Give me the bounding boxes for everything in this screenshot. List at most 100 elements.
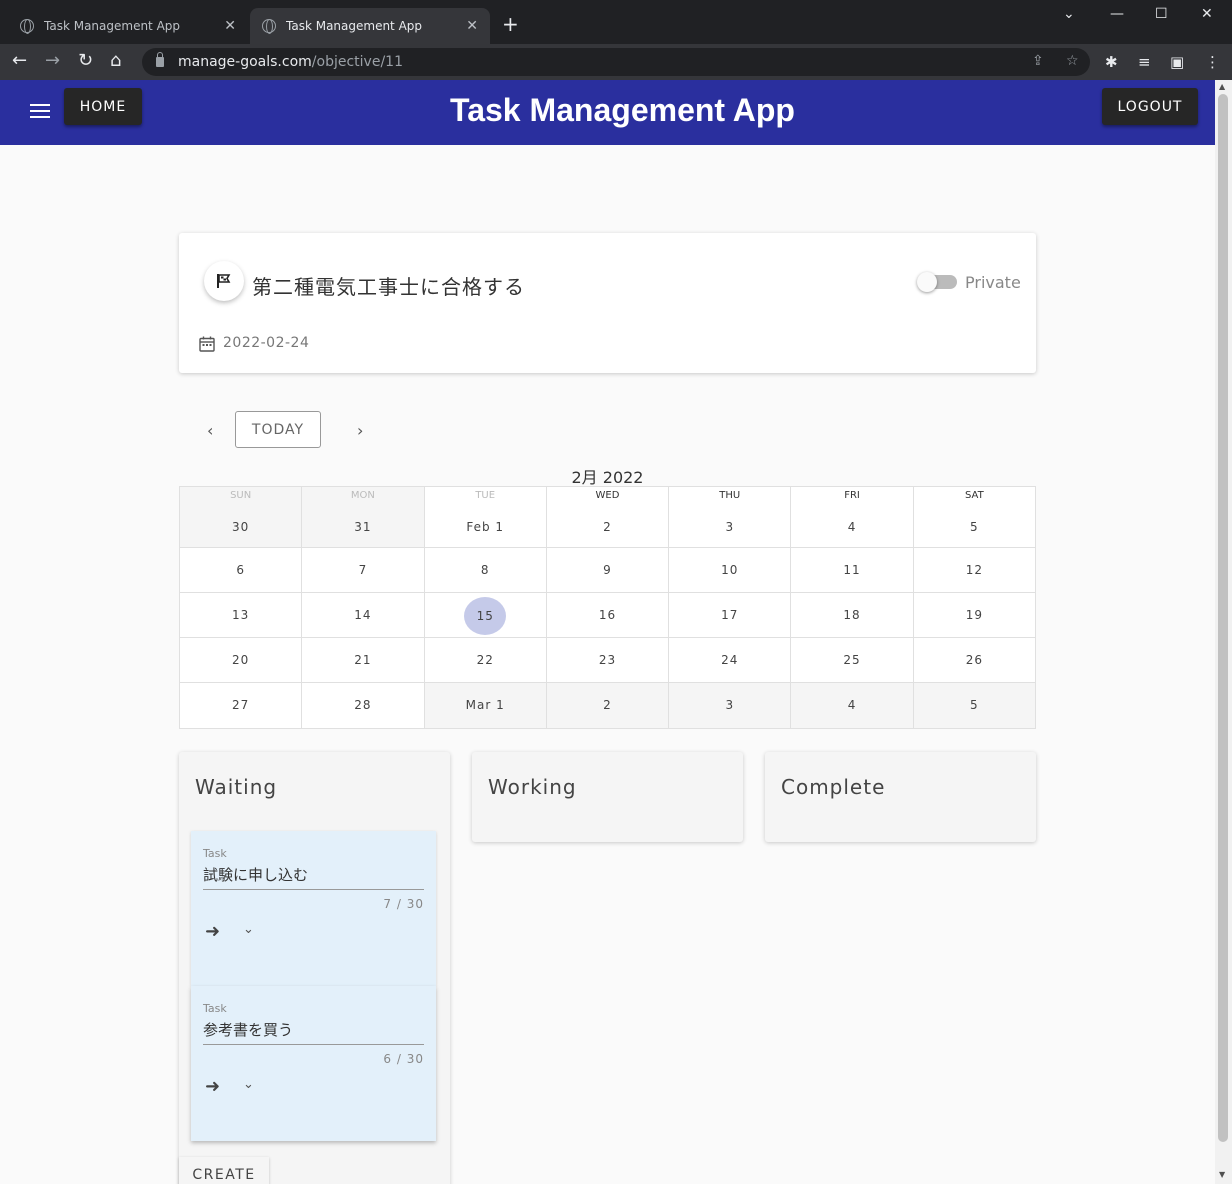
calendar-day-number[interactable]: 17	[669, 608, 790, 622]
calendar-day-number[interactable]: 5	[914, 698, 1035, 712]
calendar-day-number[interactable]: 27	[180, 698, 301, 712]
calendar-day-number[interactable]: 2	[547, 698, 668, 712]
calendar-day-number[interactable]: 13	[180, 608, 301, 622]
calendar-day-number[interactable]: 26	[914, 653, 1035, 667]
calendar-day-number[interactable]: 18	[791, 608, 912, 622]
calendar-day-cell[interactable]: SAT 5	[913, 487, 1036, 548]
task-card[interactable]: Task 参考書を買う 6 / 30 ➜ ⌄	[191, 986, 436, 1141]
arrow-right-icon[interactable]: ➜	[205, 921, 220, 942]
extensions-icon[interactable]: ✱	[1105, 53, 1118, 71]
calendar-day-cell[interactable]: 14	[302, 593, 425, 638]
calendar-day-cell[interactable]: 11	[791, 548, 914, 593]
calendar-day-cell[interactable]: 16	[546, 593, 670, 638]
calendar-day-cell[interactable]: 9	[546, 548, 670, 593]
calendar-day-number[interactable]: 7	[302, 563, 423, 577]
calendar-day-number[interactable]: 3	[669, 698, 790, 712]
calendar-day-number[interactable]: 8	[425, 563, 546, 577]
calendar-day-cell[interactable]: 22	[424, 638, 547, 683]
task-name-input[interactable]: 参考書を買う	[203, 1019, 293, 1040]
scroll-down-icon[interactable]: ▼	[1219, 1170, 1225, 1179]
calendar-day-number[interactable]: 2	[547, 520, 668, 534]
calendar-day-cell[interactable]: 25	[791, 638, 914, 683]
calendar-day-cell[interactable]: 28	[302, 683, 425, 729]
calendar-day-number[interactable]: 23	[547, 653, 668, 667]
calendar-day-cell[interactable]: 6	[180, 548, 303, 593]
calendar-day-number[interactable]: 31	[302, 520, 423, 534]
maximize-button[interactable]: ☐	[1155, 6, 1168, 22]
back-icon[interactable]: ←	[12, 50, 27, 71]
calendar-day-number[interactable]: 14	[302, 608, 423, 622]
calendar-day-cell[interactable]: 12	[913, 548, 1036, 593]
address-bar[interactable]: manage-goals.com/objective/11 ⇪ ☆	[142, 48, 1090, 76]
calendar-day-number[interactable]: 11	[791, 563, 912, 577]
home-icon[interactable]: ⌂	[110, 50, 121, 71]
reading-list-icon[interactable]: ≡	[1138, 53, 1151, 71]
calendar-day-number[interactable]: 16	[547, 608, 668, 622]
calendar-day-cell[interactable]: 15	[424, 593, 547, 638]
reload-icon[interactable]: ↻	[78, 50, 93, 71]
calendar-day-number[interactable]: Feb 1	[425, 520, 546, 534]
new-tab-button[interactable]: +	[502, 14, 519, 34]
calendar-day-number[interactable]: 10	[669, 563, 790, 577]
browser-tab-active[interactable]: Task Management App ✕	[250, 8, 490, 44]
calendar-day-cell[interactable]: 23	[546, 638, 670, 683]
browser-menu-icon[interactable]: ⋮	[1205, 53, 1220, 71]
calendar-next-button[interactable]: ›	[357, 421, 363, 440]
arrow-right-icon[interactable]: ➜	[205, 1076, 220, 1097]
calendar-day-cell[interactable]: MON 31	[302, 487, 425, 548]
calendar-day-number[interactable]: 9	[547, 563, 668, 577]
calendar-day-number[interactable]: 4	[791, 520, 912, 534]
calendar-day-number[interactable]: 6	[180, 563, 301, 577]
calendar-day-cell[interactable]: WED 2	[546, 487, 670, 548]
calendar-day-cell[interactable]: 2	[546, 683, 670, 729]
chevron-down-icon[interactable]: ⌄	[243, 1077, 254, 1092]
calendar-day-cell[interactable]: 17	[669, 593, 792, 638]
minimize-button[interactable]: —	[1110, 6, 1124, 22]
forward-icon[interactable]: →	[45, 50, 60, 71]
calendar-day-number[interactable]: 4	[791, 698, 912, 712]
calendar-day-cell[interactable]: FRI 4	[791, 487, 914, 548]
calendar-day-number[interactable]: 25	[791, 653, 912, 667]
calendar-day-cell[interactable]: 21	[302, 638, 425, 683]
calendar-day-cell[interactable]: 7	[302, 548, 425, 593]
calendar-day-number[interactable]: 30	[180, 520, 301, 534]
calendar-day-cell[interactable]: Mar 1	[424, 683, 547, 729]
calendar-day-number[interactable]: 28	[302, 698, 423, 712]
private-toggle[interactable]	[917, 272, 957, 292]
close-window-button[interactable]: ✕	[1201, 6, 1213, 22]
logout-button[interactable]: LOGOUT	[1102, 88, 1198, 125]
calendar-day-number[interactable]: 19	[914, 608, 1035, 622]
bookmark-star-icon[interactable]: ☆	[1066, 53, 1079, 69]
flag-icon[interactable]	[204, 261, 244, 301]
tab-search-icon[interactable]: ⌄	[1063, 6, 1075, 22]
calendar-day-cell[interactable]: 3	[669, 683, 792, 729]
calendar-day-cell[interactable]: 13	[180, 593, 303, 638]
profile-icon[interactable]: ▣	[1170, 53, 1184, 71]
calendar-day-cell[interactable]: 10	[669, 548, 792, 593]
page-scrollbar[interactable]: ▲ ▼	[1215, 80, 1232, 1184]
tab-close-icon[interactable]: ✕	[224, 18, 236, 34]
calendar-day-number[interactable]: 12	[914, 563, 1035, 577]
today-button[interactable]: TODAY	[235, 411, 321, 448]
calendar-day-number[interactable]: Mar 1	[425, 698, 546, 712]
browser-tab[interactable]: Task Management App ✕	[8, 8, 248, 44]
calendar-day-cell[interactable]: 5	[913, 683, 1036, 729]
calendar-day-cell[interactable]: 20	[180, 638, 303, 683]
chevron-down-icon[interactable]: ⌄	[243, 922, 254, 937]
scrollbar-thumb[interactable]	[1218, 94, 1228, 1142]
calendar-day-number[interactable]: 24	[669, 653, 790, 667]
calendar-day-cell[interactable]: 8	[424, 548, 547, 593]
create-task-button[interactable]: CREATE	[179, 1157, 269, 1184]
calendar-day-number[interactable]: 3	[669, 520, 790, 534]
calendar-day-cell[interactable]: TUE Feb 1	[424, 487, 547, 548]
task-name-input[interactable]: 試験に申し込む	[203, 864, 308, 885]
calendar-day-number[interactable]: 15	[464, 597, 507, 635]
calendar-prev-button[interactable]: ‹	[207, 421, 213, 440]
calendar-day-number[interactable]: 22	[425, 653, 546, 667]
calendar-day-number[interactable]: 20	[180, 653, 301, 667]
tab-close-icon[interactable]: ✕	[466, 18, 478, 34]
calendar-day-cell[interactable]: 26	[913, 638, 1036, 683]
scroll-up-icon[interactable]: ▲	[1219, 82, 1225, 91]
calendar-day-cell[interactable]: 27	[180, 683, 303, 729]
calendar-day-cell[interactable]: SUN 30	[180, 487, 303, 548]
